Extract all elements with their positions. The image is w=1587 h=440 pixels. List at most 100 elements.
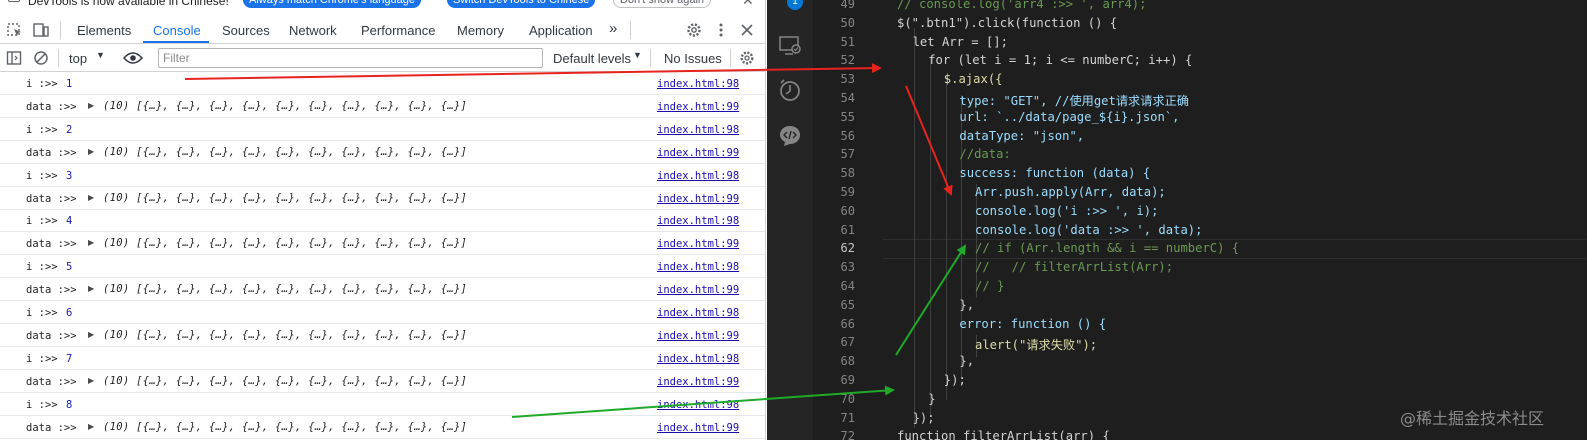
expand-triangle-icon[interactable]: ▶ — [88, 376, 94, 385]
dont-show-again-button[interactable]: Don't show again — [613, 0, 712, 8]
log-source-link[interactable]: index.html:98 — [657, 78, 739, 90]
filter-input[interactable] — [158, 48, 543, 68]
live-expression-eye-icon[interactable] — [123, 51, 143, 65]
log-array-value[interactable]: (10) [{…}, {…}, {…}, {…}, {…}, {…}, {…},… — [103, 146, 467, 158]
code-line[interactable]: // } — [975, 279, 1004, 293]
line-number: 55 — [840, 109, 855, 124]
log-source-link[interactable]: index.html:98 — [657, 261, 739, 273]
log-number-value: 4 — [66, 215, 73, 228]
context-selector[interactable]: top — [69, 51, 87, 66]
code-line[interactable]: //data: — [959, 147, 1010, 161]
infobar-message: DevTools is now available in Chinese! — [28, 0, 229, 8]
device-toolbar-icon[interactable] — [32, 22, 50, 38]
log-label: i :>> — [26, 169, 58, 182]
log-array-value[interactable]: (10) [{…}, {…}, {…}, {…}, {…}, {…}, {…},… — [103, 237, 467, 249]
console-toolbar: top ▼ Default levels ▼ No Issues — [0, 45, 765, 72]
log-source-link[interactable]: index.html:98 — [657, 399, 739, 411]
expand-triangle-icon[interactable]: ▶ — [88, 147, 94, 156]
log-array-value[interactable]: (10) [{…}, {…}, {…}, {…}, {…}, {…}, {…},… — [103, 329, 467, 341]
expand-triangle-icon[interactable]: ▶ — [88, 101, 94, 110]
tab-sources[interactable]: Sources — [222, 23, 270, 38]
log-source-link[interactable]: index.html:99 — [657, 101, 739, 113]
log-source-link[interactable]: index.html:98 — [657, 170, 739, 182]
code-line[interactable]: // if (Arr.length && i == numberC) { — [975, 241, 1239, 255]
log-array-value[interactable]: (10) [{…}, {…}, {…}, {…}, {…}, {…}, {…},… — [103, 283, 467, 295]
code-line[interactable]: error: function () { — [959, 317, 1106, 331]
kebab-menu-icon[interactable] — [712, 22, 730, 38]
more-tabs-button[interactable]: » — [609, 20, 617, 37]
code-line[interactable]: let Arr = []; — [913, 35, 1008, 49]
code-line[interactable]: }); — [913, 411, 935, 425]
console-log-row: i :>> 6 index.html:98 — [0, 302, 765, 324]
tab-application[interactable]: Application — [529, 23, 593, 38]
code-line[interactable]: // console.log('arr4 :>> ', arr4); — [897, 0, 1146, 11]
close-devtools-icon[interactable] — [738, 22, 756, 38]
code-editor[interactable]: 49 // console.log('arr4 :>> ', arr4); 50 $(… — [813, 0, 1587, 440]
issues-counter[interactable]: No Issues — [664, 51, 722, 66]
log-array-value[interactable]: (10) [{…}, {…}, {…}, {…}, {…}, {…}, {…},… — [103, 192, 467, 204]
log-source-link[interactable]: index.html:98 — [657, 215, 739, 227]
log-source-link[interactable]: index.html:98 — [657, 124, 739, 136]
clear-console-icon[interactable] — [33, 50, 49, 66]
code-line[interactable]: function filterArrList(arr) { — [897, 429, 1110, 440]
log-source-link[interactable]: index.html:99 — [657, 238, 739, 250]
log-source-link[interactable]: index.html:99 — [657, 284, 739, 296]
indent-guide — [914, 28, 915, 428]
tab-memory[interactable]: Memory — [457, 23, 504, 38]
code-line[interactable]: } — [928, 392, 935, 406]
log-source-link[interactable]: index.html:99 — [657, 376, 739, 388]
tab-network[interactable]: Network — [289, 23, 337, 38]
expand-triangle-icon[interactable]: ▶ — [88, 330, 94, 339]
log-source-link[interactable]: index.html:99 — [657, 147, 739, 159]
console-log-row: data :>> ▶ (10) [{…}, {…}, {…}, {…}, {…}, … — [0, 279, 765, 302]
expand-triangle-icon[interactable]: ▶ — [88, 284, 94, 293]
expand-triangle-icon[interactable]: ▶ — [88, 238, 94, 247]
tab-performance[interactable]: Performance — [361, 23, 435, 38]
expand-triangle-icon[interactable]: ▶ — [88, 193, 94, 202]
code-line[interactable]: }, — [959, 298, 974, 312]
expand-triangle-icon[interactable]: ▶ — [88, 422, 94, 431]
remote-explorer-icon[interactable] — [778, 34, 802, 58]
settings-gear-icon[interactable] — [685, 22, 703, 38]
log-source-link[interactable]: index.html:99 — [657, 422, 739, 434]
code-line[interactable]: alert("请求失败"); — [975, 335, 1097, 353]
code-line[interactable]: console.log('i :>> ', i); — [975, 204, 1158, 218]
code-line[interactable]: url: `../data/page_${i}.json`, — [959, 110, 1179, 124]
tab-console[interactable]: Console — [153, 23, 201, 38]
log-source-link[interactable]: index.html:99 — [657, 193, 739, 205]
code-line[interactable]: Arr.push.apply(Arr, data); — [975, 185, 1166, 199]
sidebar-toggle-icon[interactable] — [6, 50, 22, 66]
log-label: i :>> — [26, 352, 58, 365]
code-line[interactable]: type: "GET", //使用get请求请求正确 — [959, 91, 1189, 109]
code-line[interactable]: }, — [959, 354, 974, 368]
tab-elements[interactable]: Elements — [77, 23, 131, 38]
log-array-value[interactable]: (10) [{…}, {…}, {…}, {…}, {…}, {…}, {…},… — [103, 375, 467, 387]
code-line[interactable]: }); — [944, 373, 966, 387]
line-number: 50 — [840, 15, 855, 30]
always-match-language-button[interactable]: Always match Chrome's language — [243, 0, 421, 8]
log-source-link[interactable]: index.html:98 — [657, 353, 739, 365]
code-line[interactable]: dataType: "json", — [959, 129, 1084, 143]
line-number: 56 — [840, 128, 855, 143]
code-line[interactable]: success: function (data) { — [959, 166, 1150, 180]
code-chat-icon[interactable] — [778, 124, 802, 148]
code-line[interactable]: for (let i = 1; i <= numberC; i++) { — [928, 53, 1192, 67]
console-log-row: data :>> ▶ (10) [{…}, {…}, {…}, {…}, {…}, … — [0, 142, 765, 164]
log-source-link[interactable]: index.html:98 — [657, 307, 739, 319]
code-line[interactable]: $.ajax({ — [944, 72, 1003, 86]
code-line[interactable]: // // filterArrList(Arr); — [975, 260, 1173, 274]
log-array-value[interactable]: (10) [{…}, {…}, {…}, {…}, {…}, {…}, {…},… — [103, 100, 467, 112]
code-line[interactable]: console.log('data :>> ', data); — [975, 223, 1202, 237]
inspect-element-icon[interactable] — [6, 22, 24, 38]
console-settings-gear-icon[interactable] — [739, 50, 755, 66]
log-source-link[interactable]: index.html:99 — [657, 330, 739, 342]
log-number-value: 7 — [66, 352, 73, 365]
line-number: 54 — [840, 91, 855, 105]
log-array-value[interactable]: (10) [{…}, {…}, {…}, {…}, {…}, {…}, {…},… — [103, 421, 467, 433]
close-infobar-icon[interactable]: ✕ — [742, 0, 754, 9]
switch-to-chinese-button[interactable]: Switch DevTools to Chinese — [447, 0, 596, 8]
log-levels-dropdown[interactable]: Default levels — [553, 51, 631, 66]
code-line[interactable]: $(".btn1").click(function () { — [897, 16, 1117, 30]
timeline-clock-icon[interactable] — [778, 78, 802, 102]
log-label: data :>> — [26, 284, 77, 297]
